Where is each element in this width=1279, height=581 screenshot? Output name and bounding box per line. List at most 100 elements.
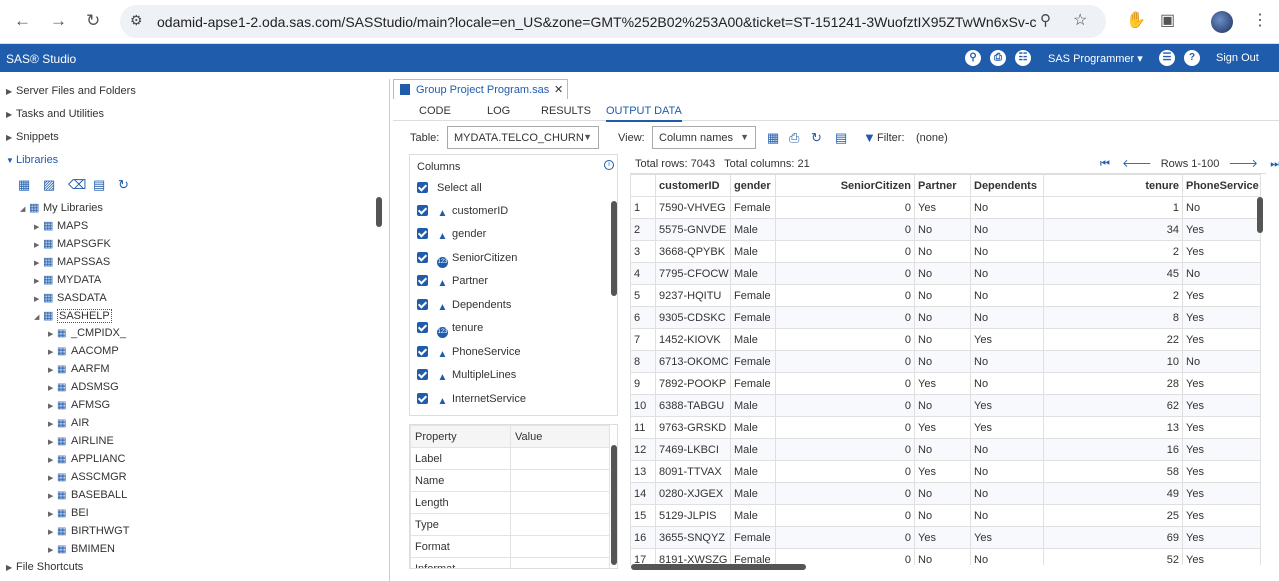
table-cell[interactable]: No: [970, 460, 1044, 483]
table-cell[interactable]: 0: [775, 504, 915, 527]
table-cell[interactable]: Female: [730, 548, 776, 565]
column-header[interactable]: PhoneService: [1182, 174, 1261, 197]
table-cell[interactable]: No: [970, 284, 1044, 307]
table-cell[interactable]: No: [970, 438, 1044, 461]
options-icon[interactable]: ☰: [1159, 50, 1175, 66]
puzzle-icon[interactable]: ▣: [1160, 10, 1175, 30]
table-cell[interactable]: 7590-VHVEG: [655, 196, 731, 219]
tab-output-data[interactable]: OUTPUT DATA: [606, 105, 682, 122]
column-item[interactable]: ▲ PhoneService: [417, 346, 521, 368]
nav-snippets[interactable]: ▶ Snippets: [6, 131, 59, 143]
table-cell[interactable]: No: [914, 284, 971, 307]
refresh-icon[interactable]: ↻: [811, 130, 822, 146]
profile-avatar[interactable]: [1211, 11, 1233, 33]
table-cell[interactable]: Male: [730, 504, 776, 527]
column-header[interactable]: Dependents: [970, 174, 1044, 197]
back-icon[interactable]: ←: [14, 11, 31, 31]
table-cell[interactable]: Yes: [1182, 240, 1261, 263]
column-item[interactable]: ▲ InternetService: [417, 393, 526, 415]
row-number-cell[interactable]: 13: [630, 460, 656, 483]
table-cell[interactable]: 8: [1043, 306, 1183, 329]
table-cell[interactable]: Male: [730, 460, 776, 483]
nav-libraries[interactable]: ▼ Libraries: [6, 154, 58, 166]
table-cell[interactable]: Yes: [1182, 548, 1261, 565]
checkbox[interactable]: [417, 299, 428, 310]
tree-library[interactable]: ▶ ▦ SASDATA: [34, 291, 107, 304]
grid-horizontal-scrollbar[interactable]: [631, 564, 806, 570]
column-header[interactable]: gender: [730, 174, 776, 197]
table-cell[interactable]: No: [970, 306, 1044, 329]
search-icon[interactable]: ⚲: [965, 50, 981, 66]
row-number-cell[interactable]: 7: [630, 328, 656, 351]
new-library-icon[interactable]: ▦: [18, 177, 43, 193]
table-cell[interactable]: No: [970, 218, 1044, 241]
column-header[interactable]: customerID: [655, 174, 731, 197]
checkbox[interactable]: [417, 393, 428, 404]
row-number-cell[interactable]: 9: [630, 372, 656, 395]
tree-library[interactable]: ▶ ▦ MAPSSAS: [34, 255, 110, 268]
checkbox[interactable]: [417, 205, 428, 216]
table-row[interactable]: 7 1452-KIOVK Male 0 No Yes 22 Yes: [630, 328, 1261, 351]
perspective-menu[interactable]: SAS Programmer ▾: [1048, 52, 1143, 65]
tree-table[interactable]: ▶ ▦ AIR: [48, 417, 89, 429]
view-table-icon[interactable]: ▤: [93, 177, 118, 193]
table-cell[interactable]: 6713-OKOMC: [655, 350, 731, 373]
table-cell[interactable]: Male: [730, 416, 776, 439]
next-page-icon[interactable]: 🡒: [1228, 158, 1258, 170]
select-all-checkbox[interactable]: Select all: [417, 182, 482, 204]
table-cell[interactable]: 0: [775, 196, 915, 219]
tree-library-selected[interactable]: ◢ ▦ SASHELP: [34, 309, 112, 323]
table-cell[interactable]: No: [914, 504, 971, 527]
tree-table[interactable]: ▶ ▦ _CMPIDX_: [48, 327, 126, 339]
checkbox[interactable]: [417, 322, 428, 333]
checkbox[interactable]: [417, 228, 428, 239]
table-cell[interactable]: No: [914, 306, 971, 329]
column-header[interactable]: tenure: [1043, 174, 1183, 197]
info-icon[interactable]: i: [604, 160, 614, 170]
table-cell[interactable]: 45: [1043, 262, 1183, 285]
table-cell[interactable]: No: [914, 394, 971, 417]
table-cell[interactable]: No: [914, 240, 971, 263]
table-cell[interactable]: No: [914, 328, 971, 351]
table-cell[interactable]: Yes: [1182, 284, 1261, 307]
column-header[interactable]: SeniorCitizen: [775, 174, 915, 197]
properties-scrollbar[interactable]: [611, 445, 617, 565]
table-cell[interactable]: 0: [775, 526, 915, 549]
tree-library[interactable]: ▶ ▦ MYDATA: [34, 273, 101, 286]
table-cell[interactable]: 49: [1043, 482, 1183, 505]
table-cell[interactable]: No: [914, 438, 971, 461]
globe-icon[interactable]: ☷: [1015, 50, 1031, 66]
table-cell[interactable]: Male: [730, 218, 776, 241]
row-number-cell[interactable]: 17: [630, 548, 656, 565]
table-row[interactable]: 2 5575-GNVDE Male 0 No No 34 Yes: [630, 218, 1261, 241]
first-page-icon[interactable]: ⏮: [1100, 158, 1110, 170]
table-cell[interactable]: 2: [1043, 240, 1183, 263]
table-cell[interactable]: No: [970, 482, 1044, 505]
table-cell[interactable]: Male: [730, 482, 776, 505]
table-cell[interactable]: 0: [775, 482, 915, 505]
table-row[interactable]: 6 9305-CDSKC Female 0 No No 8 Yes: [630, 306, 1261, 329]
url-text[interactable]: odamid-apse1-2.oda.sas.com/SASStudio/mai…: [157, 14, 1037, 30]
table-row[interactable]: 8 6713-OKOMC Female 0 No No 10 No: [630, 350, 1261, 373]
tree-table[interactable]: ▶ ▦ AFMSG: [48, 399, 110, 411]
table-cell[interactable]: 8191-XWSZG: [655, 548, 731, 565]
table-row[interactable]: 4 7795-CFOCW Male 0 No No 45 No: [630, 262, 1261, 285]
table-cell[interactable]: 7892-POOKP: [655, 372, 731, 395]
row-number-cell[interactable]: 8: [630, 350, 656, 373]
delete-icon[interactable]: ⌫: [68, 177, 93, 193]
tree-table[interactable]: ▶ ▦ ADSMSG: [48, 381, 119, 393]
table-cell[interactable]: 0: [775, 328, 915, 351]
table-row[interactable]: 10 6388-TABGU Male 0 No Yes 62 Yes: [630, 394, 1261, 417]
table-cell[interactable]: 16: [1043, 438, 1183, 461]
checkbox[interactable]: [417, 275, 428, 286]
table-cell[interactable]: 0: [775, 218, 915, 241]
table-cell[interactable]: 3655-SNQYZ: [655, 526, 731, 549]
table-cell[interactable]: 69: [1043, 526, 1183, 549]
table-cell[interactable]: 5575-GNVDE: [655, 218, 731, 241]
table-row[interactable]: 3 3668-QPYBK Male 0 No No 2 Yes: [630, 240, 1261, 263]
tree-table[interactable]: ▶ ▦ AACOMP: [48, 345, 119, 357]
table-cell[interactable]: Male: [730, 438, 776, 461]
row-number-cell[interactable]: 2: [630, 218, 656, 241]
table-cell[interactable]: 7469-LKBCI: [655, 438, 731, 461]
row-number-cell[interactable]: 4: [630, 262, 656, 285]
